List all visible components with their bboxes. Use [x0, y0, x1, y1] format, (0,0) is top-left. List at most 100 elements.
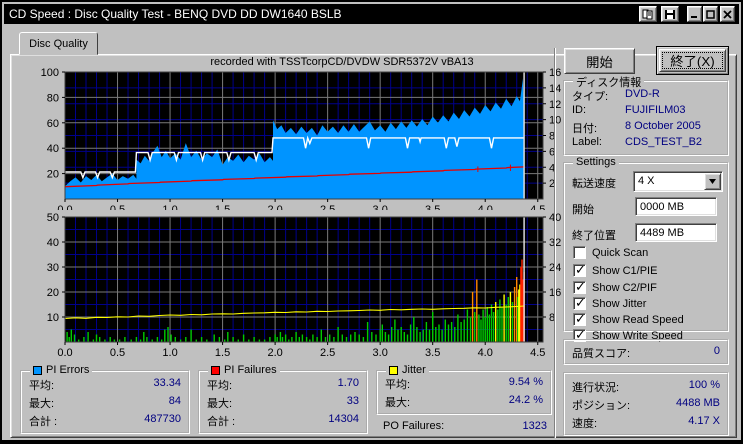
minimize-icon — [691, 15, 697, 18]
close-button[interactable] — [720, 6, 735, 22]
svg-text:100: 100 — [41, 67, 59, 79]
jitter-summary: Jitter 平均: 9.54 % 最大: 24.2 % — [376, 364, 552, 415]
checkbox-box — [573, 295, 586, 311]
pages-icon — [642, 9, 653, 19]
app-window: CD Speed : Disc Quality Test - BENQ DVD … — [0, 0, 743, 444]
speed-select[interactable]: 4 X — [633, 171, 723, 192]
svg-text:4.0: 4.0 — [478, 347, 493, 358]
avg-label: 平均: — [385, 379, 411, 391]
total-value: 487730 — [144, 413, 181, 425]
po-failures-row: PO Failures: 1323 — [383, 420, 547, 432]
quality-score-box: 品質スコア: 0 — [563, 339, 729, 365]
checkbox-show-jitter[interactable]: Show Jitter — [573, 295, 646, 311]
pi-failures-summary: PI Failures 平均: 1.70 最大: 33 合計 : 14304 — [198, 364, 368, 434]
maximize-button[interactable] — [703, 6, 718, 22]
quality-score-value: 0 — [713, 345, 720, 357]
checkbox-show-read-speed[interactable]: Show Read Speed — [573, 311, 684, 327]
window-title: CD Speed : Disc Quality Test - BENQ DVD … — [9, 7, 342, 21]
svg-text:1.0: 1.0 — [162, 347, 177, 358]
total-label: 合計 : — [29, 416, 58, 428]
svg-text:50: 50 — [47, 212, 59, 224]
svg-text:80: 80 — [47, 92, 59, 104]
focus-rect — [662, 52, 723, 69]
avg-value: 1.70 — [337, 377, 359, 389]
max-value: 84 — [168, 395, 181, 407]
disc-label-value: CDS_TEST_B2 — [625, 136, 703, 148]
svg-text:2.5: 2.5 — [320, 347, 335, 358]
floppy-icon — [665, 9, 675, 19]
position-value: 4488 MB — [675, 397, 720, 409]
total-label: 合計 : — [207, 416, 236, 428]
disc-info-row: Label: CDS_TEST_B2 — [572, 136, 720, 148]
panel-divider — [554, 48, 556, 438]
exit-button[interactable]: 終了(X) — [656, 46, 729, 75]
svg-text:3.0: 3.0 — [373, 204, 388, 210]
disc-date-label: 日付: — [572, 123, 598, 135]
start-pos-label: 開始 — [572, 204, 594, 216]
avg-value: 33.34 — [153, 377, 181, 389]
disc-id-label: ID: — [572, 104, 587, 116]
checkbox-box — [573, 262, 586, 278]
svg-text:0.0: 0.0 — [57, 347, 72, 358]
svg-text:40: 40 — [47, 237, 59, 249]
svg-text:20: 20 — [47, 169, 59, 181]
disc-id-value: FUJIFILM03 — [625, 104, 686, 116]
checkbox-quick-scan[interactable]: Quick Scan — [573, 246, 648, 259]
checkbox-show-c2-pif[interactable]: Show C2/PIF — [573, 279, 657, 295]
checkbox-label: Quick Scan — [592, 246, 649, 259]
svg-text:40: 40 — [47, 143, 59, 155]
svg-text:0.0: 0.0 — [57, 204, 72, 210]
tab-disc-quality[interactable]: Disc Quality — [19, 32, 98, 55]
avg-value: 9.54 % — [508, 376, 543, 388]
svg-text:0.5: 0.5 — [110, 347, 125, 358]
position-label: ポジション: — [572, 400, 631, 412]
end-pos-input[interactable]: 4489 MB — [635, 223, 717, 242]
svg-text:2.5: 2.5 — [320, 204, 335, 210]
svg-text:60: 60 — [47, 118, 59, 130]
checkbox-show-c1-pie[interactable]: Show C1/PIE — [573, 262, 658, 278]
save-icon[interactable] — [661, 6, 679, 22]
minimize-button[interactable] — [687, 6, 702, 22]
close-icon — [723, 9, 732, 19]
pi-errors-swatch — [33, 365, 42, 375]
checkbox-label: Show C1/PIE — [592, 264, 658, 277]
svg-text:4.5: 4.5 — [530, 204, 545, 210]
po-failures-label: PO Failures: — [383, 420, 445, 432]
svg-text:2.0: 2.0 — [267, 347, 282, 358]
chevron-down-icon[interactable] — [704, 173, 721, 190]
svg-text:20: 20 — [47, 287, 59, 299]
svg-text:3.5: 3.5 — [425, 347, 440, 358]
pi-errors-title: PI Errors — [46, 364, 90, 376]
checkbox-box — [573, 246, 586, 259]
disc-date-value: 8 October 2005 — [625, 120, 701, 132]
progress-value: 100 % — [688, 379, 720, 391]
start-button-label: 開始 — [586, 54, 613, 70]
checkbox-label: Show C2/PIF — [592, 281, 657, 294]
report-icon[interactable] — [639, 6, 657, 22]
speed-status-value: 4.17 X — [688, 415, 720, 427]
disc-info-row: タイプ: DVD-R — [572, 88, 720, 104]
svg-text:4.5: 4.5 — [530, 347, 545, 358]
svg-text:0.5: 0.5 — [110, 204, 125, 210]
recorded-with-label: recorded with TSSTcorpCD/DVDW SDR5372V v… — [210, 56, 474, 68]
max-label: 最大: — [385, 397, 411, 409]
disc-info-group: ディスク情報 タイプ: DVD-R ID: FUJIFILM03 日付: 8 O… — [563, 74, 729, 156]
progress-label: 進行状況: — [572, 382, 620, 394]
avg-label: 平均: — [29, 380, 55, 392]
start-pos-input[interactable]: 0000 MB — [635, 197, 717, 216]
max-label: 最大: — [29, 398, 55, 410]
po-failures-value: 1323 — [522, 420, 547, 432]
disc-label-label: Label: — [572, 136, 602, 148]
speed-label: 転送速度 — [572, 178, 616, 190]
svg-text:30: 30 — [47, 262, 59, 274]
start-button[interactable]: 開始 — [564, 48, 635, 74]
svg-text:1.5: 1.5 — [215, 347, 230, 358]
quality-chart-top: 204060801002468101214160.0 0.5 1.0 1.5 2.0 2.… — [41, 67, 562, 210]
titlebar: CD Speed : Disc Quality Test - BENQ DVD … — [4, 4, 739, 24]
quality-chart-bottom: 10203040508162432400.0 0.5 1.0 1.5 2.0 2.5 3.0… — [47, 212, 562, 358]
quality-score-label: 品質スコア: — [572, 348, 631, 360]
jitter-title: Jitter — [402, 364, 426, 376]
end-pos-label: 終了位置 — [572, 230, 616, 242]
maximize-icon — [706, 9, 715, 19]
svg-text:1.0: 1.0 — [162, 204, 177, 210]
